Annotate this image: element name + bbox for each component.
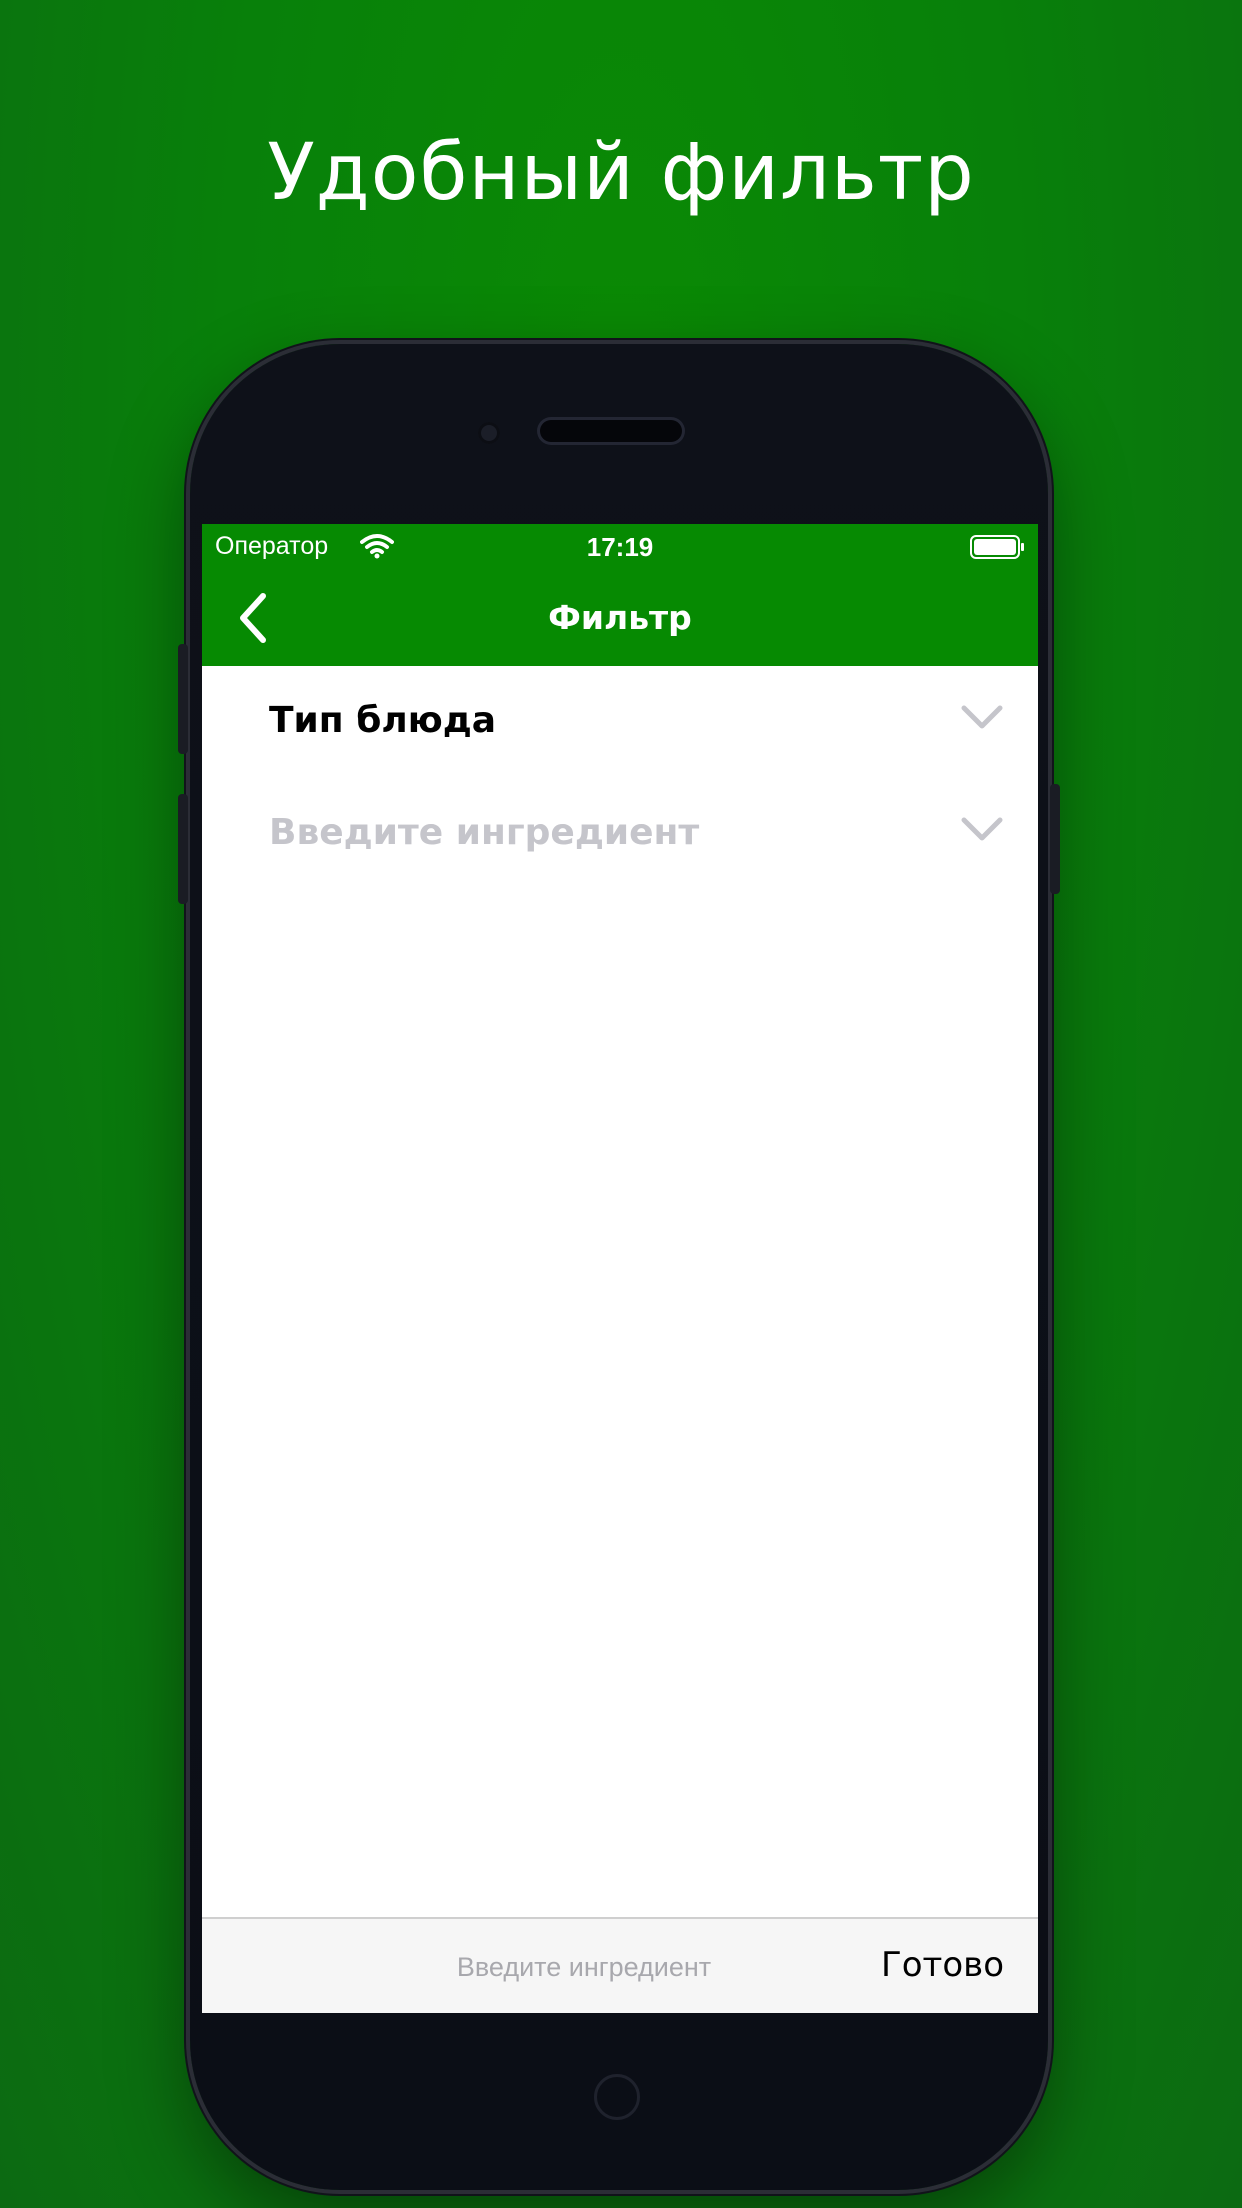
- battery-full-icon: [970, 535, 1024, 559]
- power-button: [1050, 784, 1060, 894]
- status-bar: Оператор 17:19: [202, 524, 1038, 570]
- ingredient-input[interactable]: [372, 1941, 796, 1993]
- filter-dish-type-label: Тип блюда: [269, 700, 497, 741]
- phone-screen: Оператор 17:19 Фильтр Тип блюда Введите …: [202, 524, 1038, 2013]
- done-button[interactable]: Готово: [881, 1945, 1004, 1985]
- home-button: [594, 2074, 640, 2120]
- status-time: 17:19: [586, 532, 654, 562]
- filter-ingredient[interactable]: Введите ингредиент: [202, 778, 1038, 890]
- ingredient-input-toolbar: Готово: [202, 1917, 1038, 2013]
- front-camera: [478, 422, 500, 444]
- filter-dish-type[interactable]: Тип блюда: [202, 666, 1038, 778]
- promo-headline: Удобный фильтр: [267, 128, 975, 218]
- filter-ingredient-label: Введите ингредиент: [269, 812, 700, 853]
- page-title: Фильтр: [548, 598, 692, 637]
- earpiece-speaker: [540, 420, 682, 442]
- phone-frame: Оператор 17:19 Фильтр Тип блюда Введите …: [178, 344, 1060, 2190]
- chevron-down-icon: [961, 817, 1003, 841]
- chevron-down-icon: [961, 705, 1003, 729]
- volume-up-button: [178, 644, 188, 754]
- volume-down-button: [178, 794, 188, 904]
- navigation-bar: Фильтр: [202, 570, 1038, 666]
